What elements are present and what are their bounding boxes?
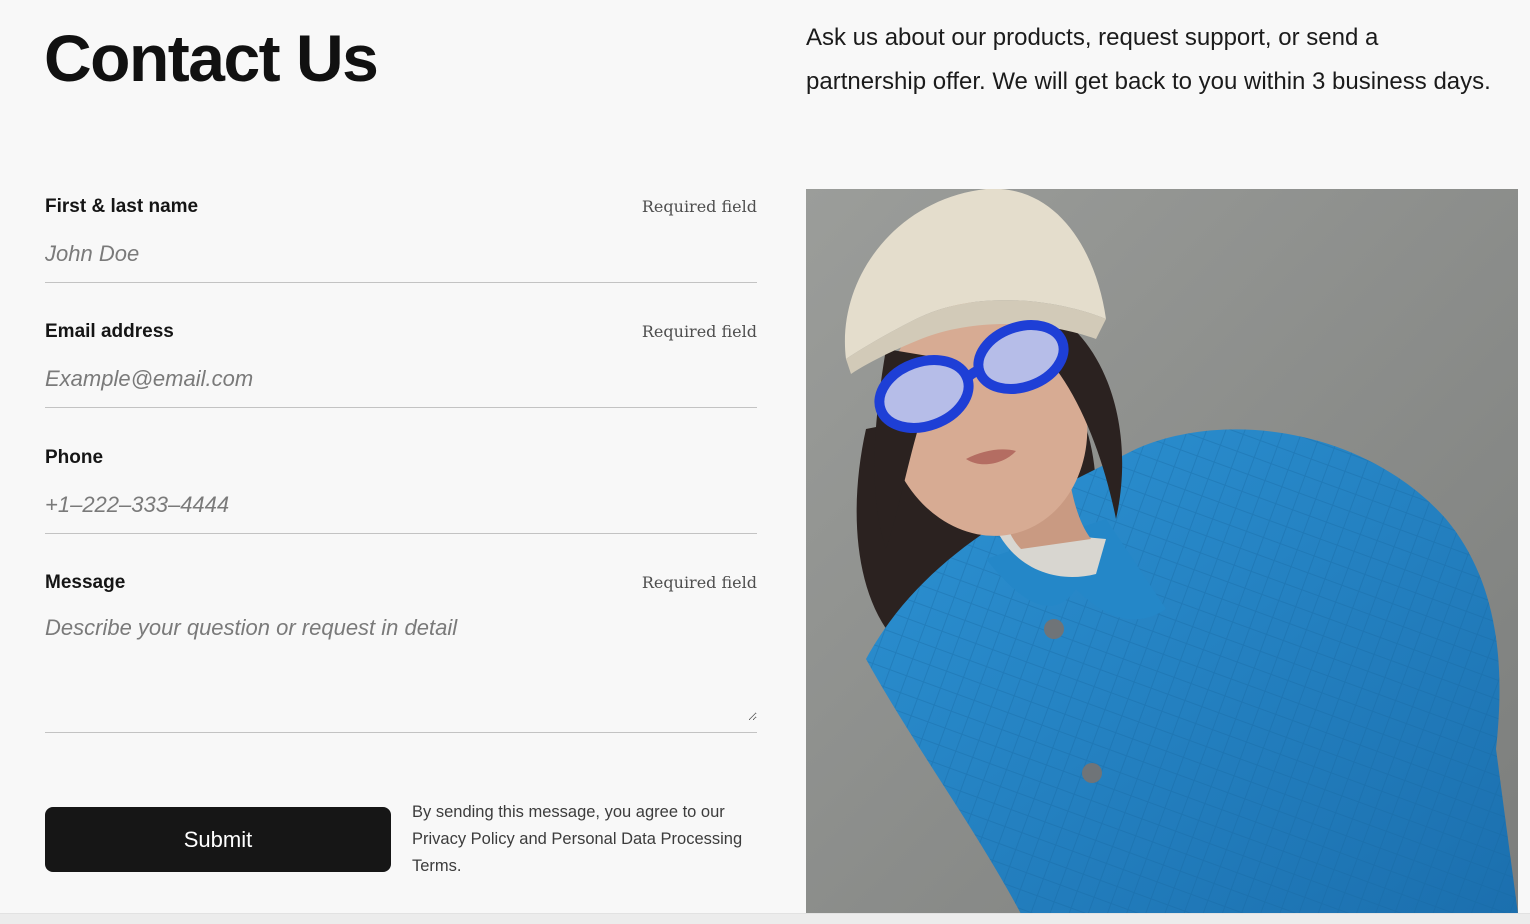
phone-input[interactable] xyxy=(45,477,757,533)
message-field-group: Message Required field xyxy=(45,566,757,733)
message-label: Message xyxy=(45,572,126,593)
name-input[interactable] xyxy=(45,226,757,282)
jacket-button xyxy=(1082,763,1102,783)
message-textarea[interactable] xyxy=(45,602,757,721)
email-field-group: Email address Required field xyxy=(45,315,757,408)
page-title: Contact Us xyxy=(44,21,379,95)
jacket-button xyxy=(1044,619,1064,639)
consent-text: By sending this message, you agree to ou… xyxy=(412,803,743,875)
intro-text: Ask us about our products, request suppo… xyxy=(806,24,1491,95)
email-field-header: Email address Required field xyxy=(45,315,757,351)
hero-photo xyxy=(806,189,1518,914)
email-required-note: Required field xyxy=(641,322,757,341)
email-label: Email address xyxy=(45,321,174,342)
phone-field-group: Phone xyxy=(45,441,757,534)
contact-form: First & last name Required field Email a… xyxy=(45,190,757,733)
name-required-note: Required field xyxy=(641,197,757,216)
name-label: First & last name xyxy=(45,196,199,217)
message-required-note: Required field xyxy=(641,573,757,592)
footer-divider xyxy=(0,913,1530,924)
contact-page: Contact Us Ask us about our products, re… xyxy=(0,0,1530,924)
email-input[interactable] xyxy=(45,351,757,407)
model-portrait-image xyxy=(806,189,1518,914)
message-field-header: Message Required field xyxy=(45,566,757,602)
name-field-group: First & last name Required field xyxy=(45,190,757,283)
name-field-header: First & last name Required field xyxy=(45,190,757,226)
phone-field-header: Phone xyxy=(45,441,757,477)
submit-button[interactable]: Submit xyxy=(45,807,391,872)
phone-label: Phone xyxy=(45,447,104,468)
